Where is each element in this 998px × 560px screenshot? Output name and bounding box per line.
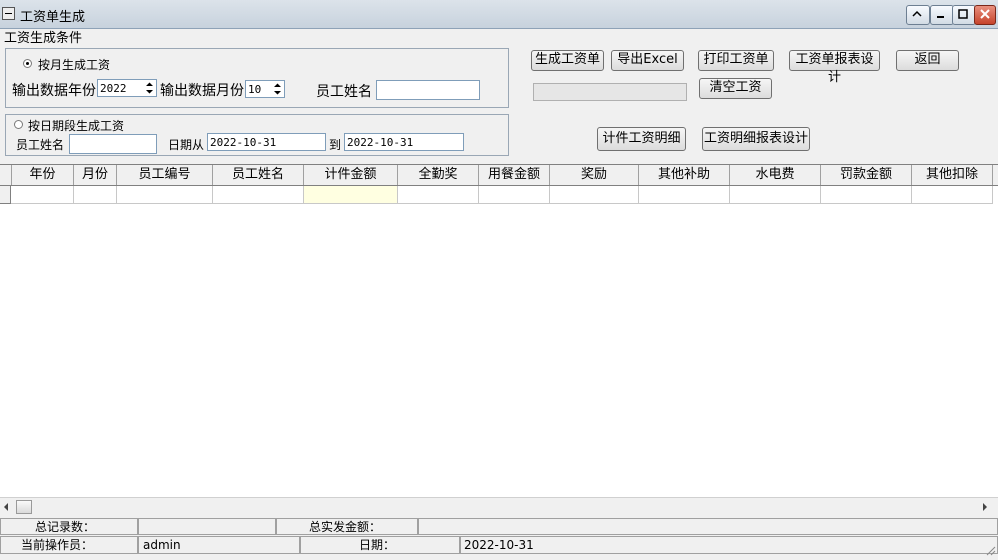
date-to-input[interactable]: 2022-10-31: [344, 133, 464, 151]
clear-salary-button[interactable]: 清空工资: [699, 78, 772, 99]
scrollbar-thumb[interactable]: [16, 500, 32, 514]
date-label: 日期：: [300, 536, 460, 554]
maximize-icon: [958, 9, 968, 19]
chevron-up-icon: [912, 10, 922, 17]
grid-cell[interactable]: [398, 186, 479, 204]
column-header[interactable]: 水电费: [730, 165, 821, 185]
by-month-radio-label: 按月生成工资: [38, 58, 111, 72]
title-bar: 工资单生成: [0, 0, 998, 29]
grid-cell[interactable]: [11, 186, 74, 204]
grid-header: 年份 月份 员工编号 员工姓名 计件金额 全勤奖 用餐金额 奖励 其他补助 水电…: [0, 165, 998, 186]
window-title: 工资单生成: [20, 10, 86, 25]
resize-grip-icon[interactable]: [984, 544, 996, 556]
column-header[interactable]: 其他扣除: [912, 165, 993, 185]
year-stepper[interactable]: 2022: [97, 79, 157, 97]
by-date-radio-label: 按日期段生成工资: [28, 119, 125, 133]
by-date-radio[interactable]: [14, 120, 23, 129]
date-from-input[interactable]: 2022-10-31: [207, 133, 326, 151]
maximize-button[interactable]: [952, 5, 976, 25]
total-paid-label: 总实发金额：: [276, 518, 418, 535]
scroll-right-icon[interactable]: [982, 503, 988, 511]
date-employee-input[interactable]: [69, 134, 157, 154]
spin-arrows-icon[interactable]: [272, 82, 283, 96]
grid-cell-selected[interactable]: [304, 186, 398, 204]
grid-cell[interactable]: [912, 186, 993, 204]
total-paid-value: [418, 518, 998, 535]
month-stepper[interactable]: 10: [245, 80, 285, 98]
employee-label: 员工姓名: [316, 84, 372, 100]
month-value: 10: [248, 83, 262, 96]
close-button[interactable]: [974, 5, 996, 25]
grid-cell[interactable]: [821, 186, 912, 204]
restore-up-button[interactable]: [906, 5, 930, 25]
minimize-button[interactable]: [930, 5, 954, 25]
conditions-group-label: 工资生成条件: [4, 31, 83, 46]
column-header[interactable]: 全勤奖: [398, 165, 479, 185]
column-header[interactable]: 罚款金额: [821, 165, 912, 185]
progress-bar: [533, 83, 687, 101]
horizontal-scrollbar[interactable]: [0, 497, 998, 516]
date-to-label: 到: [329, 138, 342, 152]
by-month-radio[interactable]: [23, 59, 32, 68]
payroll-report-design-button[interactable]: 工资单报表设计: [789, 50, 880, 85]
print-payroll-button[interactable]: 打印工资单: [698, 50, 774, 71]
grid-cell[interactable]: [74, 186, 117, 204]
employee-name-input[interactable]: [376, 80, 480, 100]
column-header[interactable]: 员工姓名: [213, 165, 304, 185]
payroll-grid[interactable]: 年份 月份 员工编号 员工姓名 计件金额 全勤奖 用餐金额 奖励 其他补助 水电…: [0, 164, 998, 498]
close-icon: [980, 9, 990, 19]
detail-report-design-button[interactable]: 工资明细报表设计: [702, 127, 810, 151]
column-header[interactable]: 年份: [12, 165, 74, 185]
operator-label: 当前操作员：: [0, 536, 138, 554]
scroll-left-icon[interactable]: [3, 503, 9, 511]
grid-cell[interactable]: [479, 186, 550, 204]
back-button[interactable]: 返回: [896, 50, 959, 71]
grid-cell[interactable]: [213, 186, 304, 204]
column-header[interactable]: 奖励: [550, 165, 639, 185]
row-indicator[interactable]: [0, 186, 11, 204]
column-header[interactable]: 员工编号: [117, 165, 213, 185]
grid-cell[interactable]: [117, 186, 213, 204]
minimize-icon: [937, 16, 944, 18]
date-value: 2022-10-31: [460, 536, 998, 554]
column-header[interactable]: 其他补助: [639, 165, 730, 185]
generate-payroll-button[interactable]: 生成工资单: [531, 50, 604, 71]
piece-wage-detail-button[interactable]: 计件工资明细: [597, 127, 686, 151]
date-from-label: 日期从: [168, 138, 205, 152]
grid-cell[interactable]: [550, 186, 639, 204]
total-records-label: 总记录数：: [0, 518, 138, 535]
spin-arrows-icon[interactable]: [144, 81, 155, 95]
year-value: 2022: [100, 82, 127, 95]
column-header[interactable]: 月份: [74, 165, 117, 185]
year-label: 输出数据年份: [12, 83, 96, 99]
month-label: 输出数据月份: [160, 83, 244, 99]
operator-value: admin: [138, 536, 300, 554]
grid-cell[interactable]: [639, 186, 730, 204]
system-menu-icon[interactable]: [2, 7, 15, 20]
export-excel-button[interactable]: 导出Excel: [611, 50, 684, 71]
column-header[interactable]: 计件金额: [304, 165, 398, 185]
grid-corner: [0, 165, 12, 185]
column-header[interactable]: 用餐金额: [479, 165, 550, 185]
grid-cell[interactable]: [730, 186, 821, 204]
total-records-value: [138, 518, 276, 535]
date-employee-label: 员工姓名: [16, 138, 65, 152]
